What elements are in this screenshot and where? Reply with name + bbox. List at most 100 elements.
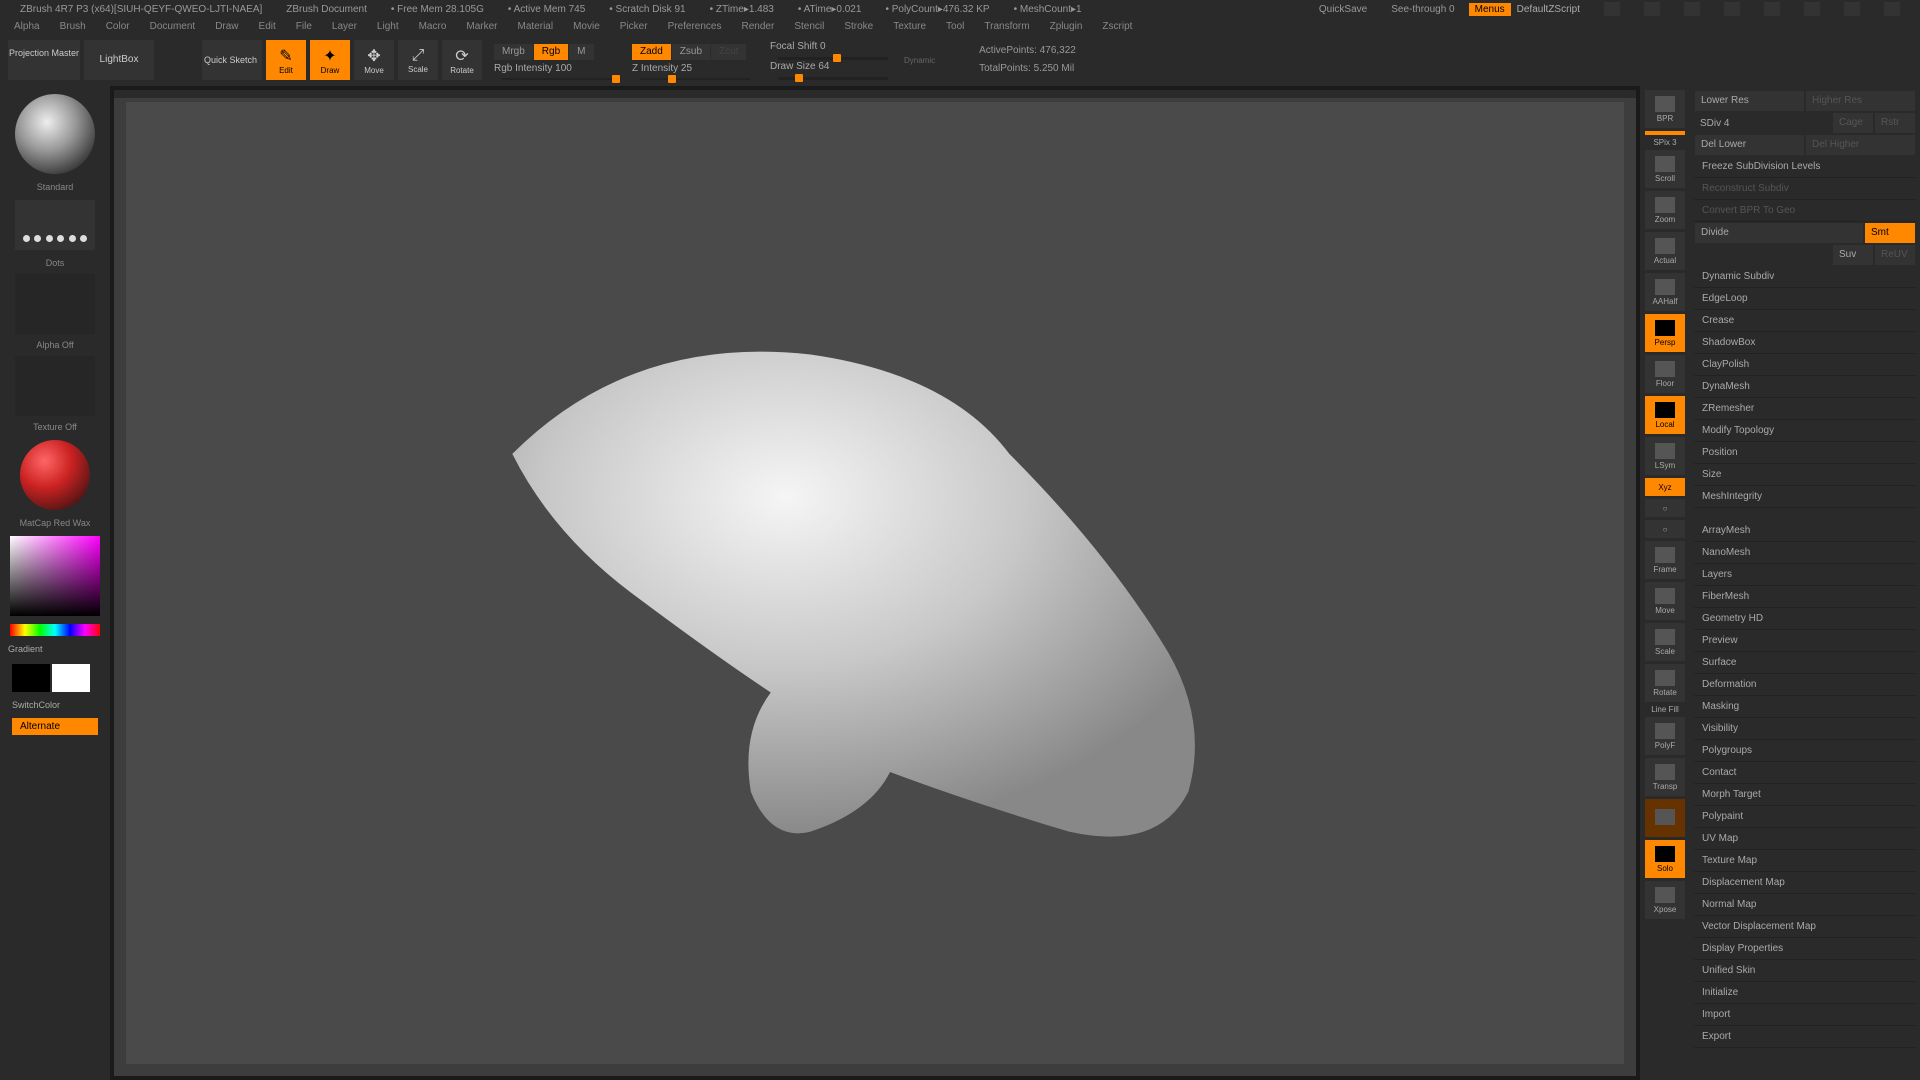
aahalf-button[interactable]: AAHalf — [1645, 273, 1685, 311]
polyf-button[interactable]: PolyF — [1645, 717, 1685, 755]
frame-button[interactable]: Frame — [1645, 541, 1685, 579]
menu-texture[interactable]: Texture — [893, 21, 926, 32]
cage-button[interactable]: Cage — [1833, 113, 1873, 133]
scroll-button[interactable]: Scroll — [1645, 150, 1685, 188]
window-close[interactable] — [1884, 2, 1900, 16]
texture-selector[interactable] — [15, 356, 95, 416]
zcut-button[interactable]: Zcut — [711, 44, 746, 60]
section-export[interactable]: Export — [1694, 1026, 1916, 1048]
section-edgeloop[interactable]: EdgeLoop — [1694, 288, 1916, 310]
mesh-object[interactable] — [396, 275, 1265, 871]
sdiv-slider[interactable]: SDiv 4 — [1694, 116, 1832, 131]
menu-zscript[interactable]: Zscript — [1102, 21, 1132, 32]
divide-button[interactable]: Divide — [1695, 223, 1863, 243]
dynamic-label[interactable]: Dynamic — [904, 56, 935, 65]
menu-file[interactable]: File — [296, 21, 312, 32]
section-uv-map[interactable]: UV Map — [1694, 828, 1916, 850]
window-button-2[interactable] — [1644, 2, 1660, 16]
menu-marker[interactable]: Marker — [466, 21, 497, 32]
section-morph-target[interactable]: Morph Target — [1694, 784, 1916, 806]
menu-transform[interactable]: Transform — [984, 21, 1029, 32]
section-zremesher[interactable]: ZRemesher — [1694, 398, 1916, 420]
material-selector[interactable] — [20, 440, 90, 510]
lsym-button[interactable]: LSym — [1645, 437, 1685, 475]
lower-res-button[interactable]: Lower Res — [1695, 91, 1804, 111]
section-geometry-hd[interactable]: Geometry HD — [1694, 608, 1916, 630]
menu-draw[interactable]: Draw — [215, 21, 238, 32]
viewport[interactable] — [126, 102, 1624, 1064]
window-button-1[interactable] — [1604, 2, 1620, 16]
menu-document[interactable]: Document — [150, 21, 196, 32]
local-button[interactable]: Local — [1645, 396, 1685, 434]
section-surface[interactable]: Surface — [1694, 652, 1916, 674]
section-contact[interactable]: Contact — [1694, 762, 1916, 784]
brush-selector[interactable] — [15, 94, 95, 174]
section-crease[interactable]: Crease — [1694, 310, 1916, 332]
reconstruct-button[interactable]: Reconstruct Subdiv — [1694, 178, 1916, 200]
solo-button[interactable]: Solo — [1645, 840, 1685, 878]
zadd-button[interactable]: Zadd — [632, 44, 671, 60]
draw-mode-button[interactable]: ✦Draw — [310, 40, 350, 80]
secondary-color-swatch[interactable] — [12, 664, 50, 692]
section-dynamic-subdiv[interactable]: Dynamic Subdiv — [1694, 266, 1916, 288]
suv-button[interactable]: Suv — [1833, 245, 1873, 265]
transp-button[interactable]: Transp — [1645, 758, 1685, 796]
rstr-button[interactable]: Rstr — [1875, 113, 1915, 133]
section-position[interactable]: Position — [1694, 442, 1916, 464]
section-size[interactable]: Size — [1694, 464, 1916, 486]
quick-sketch-button[interactable]: Quick Sketch — [202, 40, 262, 80]
higher-res-button[interactable]: Higher Res — [1806, 91, 1915, 111]
window-minimize[interactable] — [1804, 2, 1820, 16]
menu-layer[interactable]: Layer — [332, 21, 357, 32]
xpose-button[interactable]: Xpose — [1645, 881, 1685, 919]
section-unified-skin[interactable]: Unified Skin — [1694, 960, 1916, 982]
default-zscript[interactable]: DefaultZScript — [1517, 4, 1580, 15]
section-displacement-map[interactable]: Displacement Map — [1694, 872, 1916, 894]
canvas-area[interactable] — [114, 90, 1636, 1076]
menu-zplugin[interactable]: Zplugin — [1050, 21, 1083, 32]
section-layers[interactable]: Layers — [1694, 564, 1916, 586]
axis-y-button[interactable]: ○ — [1645, 499, 1685, 517]
section-meshintegrity[interactable]: MeshIntegrity — [1694, 486, 1916, 508]
section-normal-map[interactable]: Normal Map — [1694, 894, 1916, 916]
menu-stencil[interactable]: Stencil — [794, 21, 824, 32]
section-visibility[interactable]: Visibility — [1694, 718, 1916, 740]
window-button-5[interactable] — [1764, 2, 1780, 16]
switchcolor-button[interactable]: SwitchColor — [4, 698, 106, 712]
seethrough-slider[interactable]: See-through 0 — [1391, 4, 1454, 15]
smt-button[interactable]: Smt — [1865, 223, 1915, 243]
reuv-button[interactable]: ReUV — [1875, 245, 1915, 265]
ghost-button[interactable] — [1645, 799, 1685, 837]
rgb-intensity-slider[interactable] — [502, 78, 612, 80]
section-deformation[interactable]: Deformation — [1694, 674, 1916, 696]
m-button[interactable]: M — [569, 44, 593, 60]
spix-label[interactable]: SPix 3 — [1653, 138, 1676, 147]
section-arraymesh[interactable]: ArrayMesh — [1694, 520, 1916, 542]
menu-movie[interactable]: Movie — [573, 21, 600, 32]
focal-shift-slider[interactable] — [778, 57, 888, 60]
stroke-selector[interactable] — [15, 200, 95, 250]
mrgb-button[interactable]: Mrgb — [494, 44, 533, 60]
menus-toggle[interactable]: Menus — [1469, 3, 1511, 16]
section-polygroups[interactable]: Polygroups — [1694, 740, 1916, 762]
actual-button[interactable]: Actual — [1645, 232, 1685, 270]
edit-mode-button[interactable]: ✎Edit — [266, 40, 306, 80]
del-higher-button[interactable]: Del Higher — [1806, 135, 1915, 155]
gradient-label[interactable]: Gradient — [4, 640, 106, 658]
xyz-button[interactable]: Xyz — [1645, 478, 1685, 496]
menu-color[interactable]: Color — [106, 21, 130, 32]
rotate-mode-button[interactable]: ⟳Rotate — [442, 40, 482, 80]
menu-picker[interactable]: Picker — [620, 21, 648, 32]
menu-brush[interactable]: Brush — [60, 21, 86, 32]
menu-macro[interactable]: Macro — [419, 21, 447, 32]
zoom-button[interactable]: Zoom — [1645, 191, 1685, 229]
draw-size-slider[interactable] — [778, 77, 888, 80]
section-initialize[interactable]: Initialize — [1694, 982, 1916, 1004]
section-texture-map[interactable]: Texture Map — [1694, 850, 1916, 872]
menu-preferences[interactable]: Preferences — [668, 21, 722, 32]
section-vector-displacement[interactable]: Vector Displacement Map — [1694, 916, 1916, 938]
move-mode-button[interactable]: ✥Move — [354, 40, 394, 80]
color-picker[interactable] — [10, 536, 100, 616]
section-polypaint[interactable]: Polypaint — [1694, 806, 1916, 828]
quicksave-button[interactable]: QuickSave — [1319, 4, 1367, 15]
